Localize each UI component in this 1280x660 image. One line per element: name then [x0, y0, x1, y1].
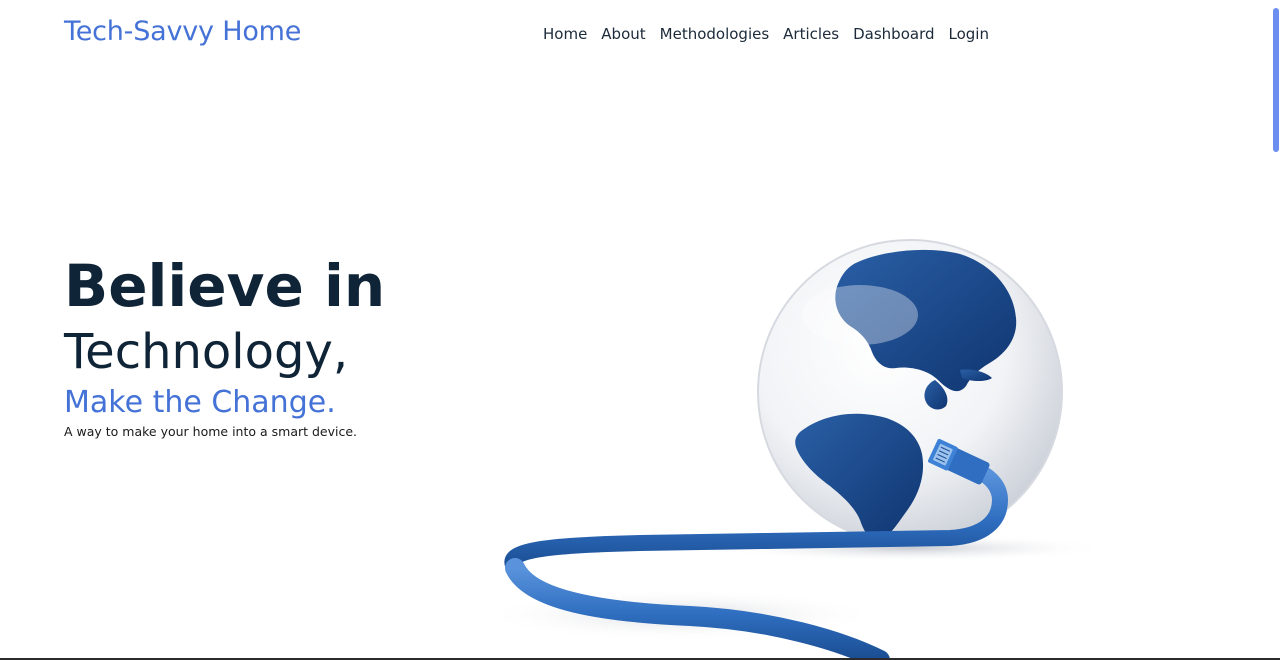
nav-link-login[interactable]: Login	[949, 25, 989, 43]
nav-link-about[interactable]: About	[601, 25, 645, 43]
hero-heading-line2: Technology,	[64, 324, 349, 380]
scrollbar-thumb[interactable]	[1273, 8, 1279, 152]
site-header: Tech-Savvy Home Home About Methodologies…	[0, 0, 1280, 70]
hero-text: Believe in Technology, Make the Change. …	[64, 252, 385, 439]
globe-cable-illustration	[440, 220, 1180, 660]
nav-link-dashboard[interactable]: Dashboard	[853, 25, 934, 43]
nav-item-home: Home	[543, 24, 587, 43]
nav-link-articles[interactable]: Articles	[783, 25, 839, 43]
nav-item-about: About	[601, 24, 645, 43]
scrollbar[interactable]	[1272, 0, 1280, 660]
nav-link-methodologies[interactable]: Methodologies	[660, 25, 770, 43]
nav-item-articles: Articles	[783, 24, 839, 43]
nav-item-dashboard: Dashboard	[853, 24, 934, 43]
globe-cable-icon	[480, 239, 1110, 660]
brand-logo-link[interactable]: Tech-Savvy Home	[64, 16, 301, 47]
nav-item-login: Login	[949, 24, 989, 43]
hero-tagline: A way to make your home into a smart dev…	[64, 424, 358, 439]
page: Tech-Savvy Home Home About Methodologies…	[0, 0, 1280, 660]
nav-link-home[interactable]: Home	[543, 25, 587, 43]
nav-item-methodologies: Methodologies	[660, 24, 770, 43]
nav-list: Home About Methodologies Articles Dashbo…	[543, 24, 989, 43]
hero-heading-line1: Believe in	[64, 252, 386, 320]
hero-subheading: Make the Change.	[64, 385, 336, 420]
